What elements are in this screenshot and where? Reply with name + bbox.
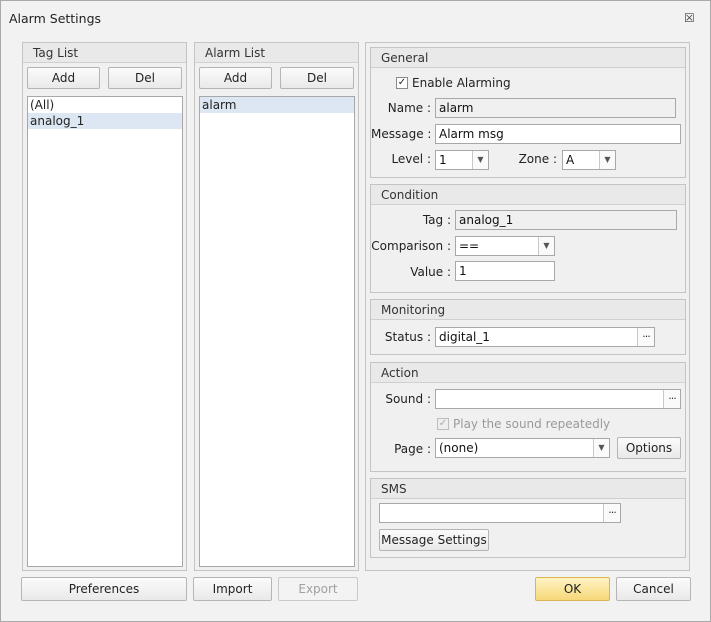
- comparison-value: ==: [459, 239, 480, 253]
- name-label: Name :: [387, 101, 431, 115]
- tag-label: Tag :: [422, 213, 451, 227]
- tag-listbox[interactable]: (All) analog_1: [27, 96, 183, 567]
- alarm-list-header: Alarm List: [195, 43, 358, 63]
- page-label: Page :: [394, 442, 431, 456]
- comparison-select[interactable]: == ▼: [455, 236, 555, 256]
- alarm-listbox[interactable]: alarm: [199, 96, 355, 567]
- title-bar: Alarm Settings ☒: [1, 1, 710, 35]
- zone-select[interactable]: A ▼: [562, 150, 616, 170]
- import-button[interactable]: Import: [193, 577, 272, 601]
- general-section: General ✓ Enable Alarming Name : alarm M…: [370, 47, 686, 178]
- name-field[interactable]: alarm: [435, 98, 676, 118]
- list-item[interactable]: analog_1: [28, 113, 182, 129]
- alarm-add-button[interactable]: Add: [199, 67, 272, 89]
- enable-alarming-checkbox[interactable]: ✓: [396, 77, 408, 89]
- export-button[interactable]: Export: [278, 577, 358, 601]
- play-repeatedly-label: Play the sound repeatedly: [453, 417, 611, 431]
- zone-label: Zone :: [518, 152, 557, 166]
- condition-section: Condition Tag : analog_1 Comparison : ==…: [370, 184, 686, 293]
- monitoring-section: Monitoring Status : digital_1 ···: [370, 299, 686, 355]
- comparison-label: Comparison :: [371, 239, 451, 253]
- close-icon[interactable]: ☒: [684, 11, 695, 25]
- zone-value: A: [566, 153, 575, 167]
- message-label: Message :: [371, 127, 432, 141]
- tag-del-button[interactable]: Del: [108, 67, 182, 89]
- message-field[interactable]: Alarm msg: [435, 124, 681, 144]
- checkmark-icon: ✓: [438, 418, 448, 429]
- page-value: (none): [439, 441, 479, 455]
- ok-button[interactable]: OK: [535, 577, 610, 601]
- level-label: Level :: [391, 152, 431, 166]
- tag-list-panel: Tag List Add Del (All) analog_1: [22, 42, 187, 571]
- message-settings-button[interactable]: Message Settings: [379, 529, 489, 551]
- tag-field[interactable]: analog_1: [455, 210, 677, 230]
- cancel-button[interactable]: Cancel: [616, 577, 691, 601]
- sms-header: SMS: [371, 479, 685, 499]
- status-value: digital_1: [439, 330, 490, 344]
- alarm-list-panel: Alarm List Add Del alarm: [194, 42, 359, 571]
- tag-list-header: Tag List: [23, 43, 186, 63]
- chevron-down-icon[interactable]: ▼: [599, 151, 615, 169]
- ellipsis-icon[interactable]: ···: [663, 390, 680, 408]
- sms-field[interactable]: ···: [379, 503, 621, 523]
- value-label: Value :: [410, 265, 451, 279]
- sound-label: Sound :: [385, 392, 431, 406]
- general-header: General: [371, 48, 685, 68]
- checkmark-icon: ✓: [397, 77, 407, 88]
- list-item[interactable]: alarm: [200, 97, 354, 113]
- page-select[interactable]: (none) ▼: [435, 438, 610, 458]
- preferences-button[interactable]: Preferences: [21, 577, 187, 601]
- action-header: Action: [371, 363, 685, 383]
- status-field[interactable]: digital_1 ···: [435, 327, 655, 347]
- chevron-down-icon[interactable]: ▼: [472, 151, 488, 169]
- monitoring-header: Monitoring: [371, 300, 685, 320]
- chevron-down-icon[interactable]: ▼: [538, 237, 554, 255]
- level-value: 1: [439, 153, 447, 167]
- ellipsis-icon[interactable]: ···: [637, 328, 654, 346]
- tag-add-button[interactable]: Add: [27, 67, 100, 89]
- alarm-del-button[interactable]: Del: [280, 67, 354, 89]
- condition-header: Condition: [371, 185, 685, 205]
- list-item[interactable]: (All): [28, 97, 182, 113]
- sound-field[interactable]: ···: [435, 389, 681, 409]
- status-label: Status :: [384, 330, 431, 344]
- chevron-down-icon[interactable]: ▼: [593, 439, 609, 457]
- value-field[interactable]: 1: [455, 261, 555, 281]
- dialog-title: Alarm Settings: [9, 11, 102, 26]
- options-button[interactable]: Options: [617, 437, 681, 459]
- play-repeatedly-checkbox[interactable]: ✓: [437, 418, 449, 430]
- action-section: Action Sound : ··· ✓ Play the sound repe…: [370, 362, 686, 472]
- sms-section: SMS ··· Message Settings: [370, 478, 686, 558]
- level-select[interactable]: 1 ▼: [435, 150, 489, 170]
- ellipsis-icon[interactable]: ···: [603, 504, 620, 522]
- enable-alarming-label: Enable Alarming: [412, 76, 511, 90]
